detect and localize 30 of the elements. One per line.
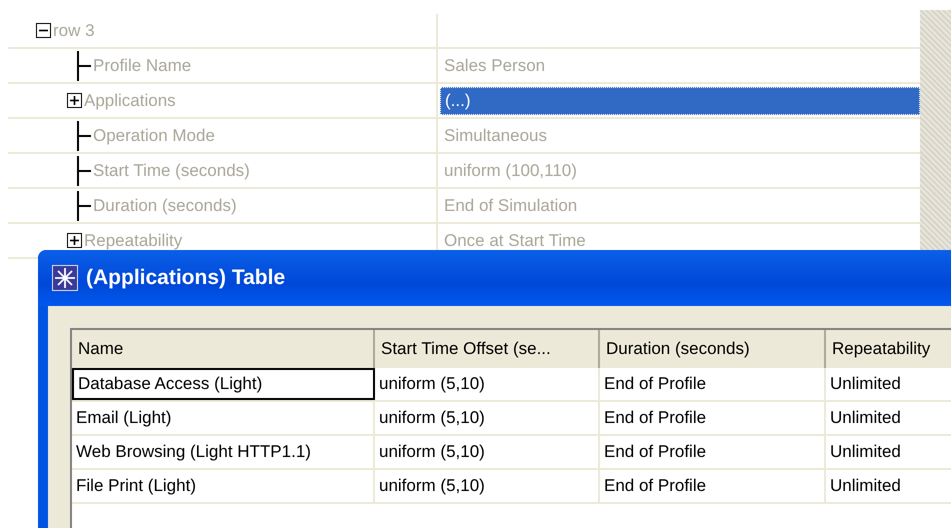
table-cell[interactable]: Unlimited	[826, 470, 951, 502]
table-cell[interactable]: uniform (5,10)	[375, 436, 600, 468]
table-cell[interactable]: Unlimited	[826, 402, 951, 434]
table-cell[interactable]: File Print (Light)	[72, 470, 375, 502]
table-cell[interactable]: Email (Light)	[72, 402, 375, 434]
property-value[interactable]: (...)	[440, 86, 920, 114]
table-cell[interactable]: Unlimited	[826, 368, 951, 400]
table-cell[interactable]: End of Profile	[600, 436, 826, 468]
tree-branch-icon	[75, 50, 91, 80]
column-header[interactable]: Duration (seconds)	[600, 330, 826, 368]
tree-branch-icon	[75, 120, 91, 150]
column-header[interactable]: Start Time Offset (se...	[375, 330, 600, 368]
table-cell[interactable]: End of Profile	[600, 470, 826, 502]
table-cell[interactable]: End of Profile	[600, 368, 826, 400]
table-cell[interactable]: Web Browsing (Light HTTP1.1)	[72, 436, 375, 468]
table-cell[interactable]: Unlimited	[826, 436, 951, 468]
star-burst-icon	[52, 265, 78, 291]
table-cell[interactable]: End of Profile	[600, 402, 826, 434]
tree-branch-icon	[75, 190, 91, 220]
column-header[interactable]: Repeatability	[826, 330, 951, 368]
tree-branch-icon	[75, 156, 91, 186]
expand-toggle[interactable]	[67, 233, 82, 248]
window-title: (Applications) Table	[86, 266, 286, 290]
table-cell[interactable]: uniform (5,10)	[375, 470, 600, 502]
table-cell[interactable]: uniform (5,10)	[375, 402, 600, 434]
table-cell[interactable]: Database Access (Light)	[72, 368, 375, 400]
column-header[interactable]: Name	[72, 330, 375, 368]
expand-toggle[interactable]	[67, 93, 82, 108]
collapse-toggle[interactable]	[36, 23, 51, 38]
table-cell[interactable]: uniform (5,10)	[375, 368, 600, 400]
